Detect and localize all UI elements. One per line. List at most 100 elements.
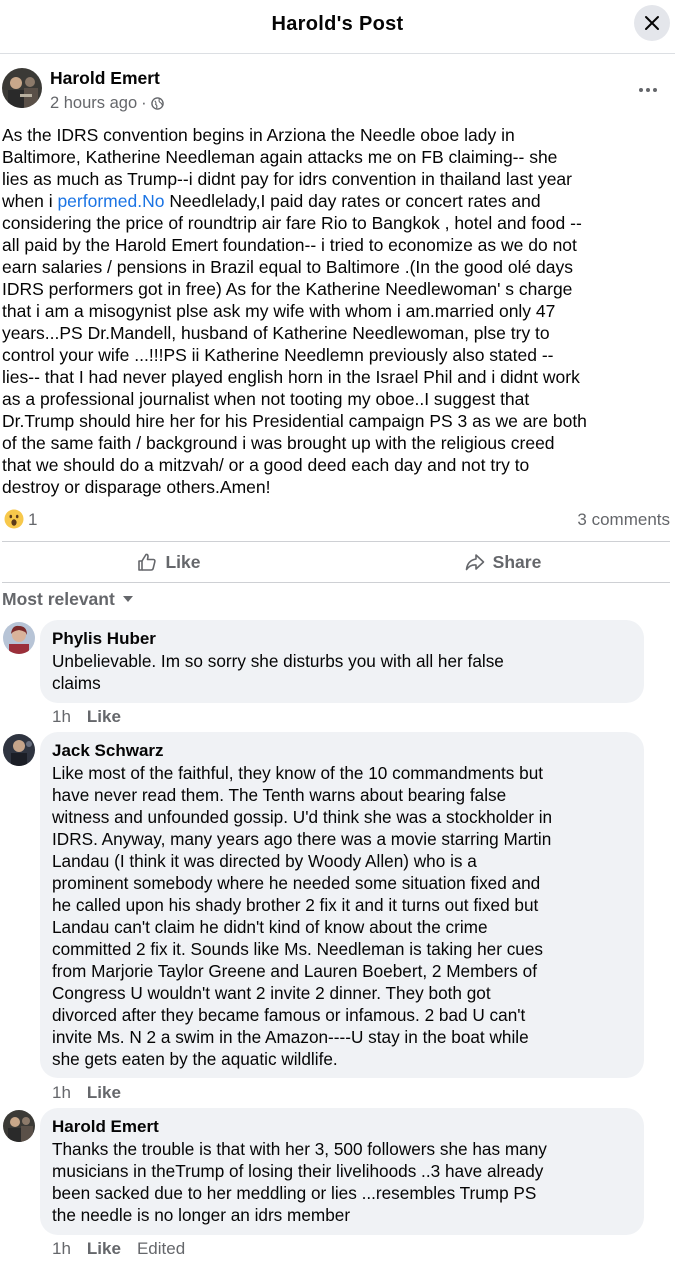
post-text-segment: that i am a misogynist plse ask my wife …: [2, 301, 556, 321]
post-text-segment: earn salaries / pensions in Brazil equal…: [2, 257, 574, 277]
post-text-segment: as a professional journalist when not to…: [2, 389, 530, 409]
post-link[interactable]: performed.No: [57, 191, 164, 211]
post-meta: 2 hours ago ·: [50, 94, 164, 113]
post-time[interactable]: 2 hours ago: [50, 94, 137, 113]
comment-line: have never read them. The Tenth warns ab…: [52, 785, 507, 805]
author-avatar[interactable]: [2, 68, 42, 108]
more-dot-icon: [639, 88, 643, 92]
post-text-line: earn salaries / pensions in Brazil equal…: [2, 256, 670, 278]
post-text-segment: years...PS Dr.Mandell, husband of Kather…: [2, 323, 550, 343]
commenter-name[interactable]: Phylis Huber: [52, 628, 632, 650]
post-text-line: control your wife ...!!!PS ii Katherine …: [2, 344, 670, 366]
comment-line: been sacked due to her meddling or lies …: [52, 1183, 537, 1203]
comment-line: the needle is no longer an idrs member: [52, 1205, 351, 1225]
post-header: Harold Emert 2 hours ago ·: [0, 66, 675, 116]
post-dialog-header: Harold's Post: [0, 0, 675, 54]
post-text-line: that we should do a mitzvah/ or a good d…: [2, 454, 670, 476]
post-text-segment: lies as much as Trump--i didnt pay for i…: [2, 169, 572, 189]
post-text-line: that i am a misogynist plse ask my wife …: [2, 300, 670, 322]
comment-line: she gets eaten by the aquatic wildlife.: [52, 1049, 338, 1069]
post-action-bar: Like Share: [2, 541, 670, 583]
commenter-avatar[interactable]: [3, 734, 35, 766]
reaction-summary: 1 3 comments: [2, 508, 670, 532]
comment-meta: 1h Like: [52, 707, 121, 727]
post-text-line: IDRS performers got in free) As for the …: [2, 278, 670, 300]
more-dot-icon: [653, 88, 657, 92]
commenter-avatar[interactable]: [3, 622, 35, 654]
post-text-segment: Baltimore, Katherine Needleman again att…: [2, 147, 558, 167]
post-text-segment: of the same faith / background i was bro…: [2, 433, 555, 453]
reaction-count[interactable]: 1: [28, 510, 37, 530]
comment-line: claims: [52, 673, 101, 693]
post-text-segment: all paid by the Harold Emert foundation-…: [2, 235, 577, 255]
comment-time[interactable]: 1h: [52, 707, 71, 727]
comment-time[interactable]: 1h: [52, 1239, 71, 1259]
post-text-segment: that we should do a mitzvah/ or a good d…: [2, 455, 530, 475]
commenter-avatar[interactable]: [3, 1110, 35, 1142]
post-text-line: lies-- that I had never played english h…: [2, 366, 670, 388]
post-text-segment: destroy or disparage others.Amen!: [2, 477, 271, 497]
comment-bubble: Phylis Huber Unbelievable. Im so sorry s…: [40, 620, 644, 703]
comment-bubble: Harold Emert Thanks the trouble is that …: [40, 1108, 644, 1235]
comment-line: IDRS. Anyway, many years ago there was a…: [52, 829, 552, 849]
post-text-line: considering the price of roundtrip air f…: [2, 212, 670, 234]
post-text-segment: control your wife ...!!!PS ii Katherine …: [2, 345, 554, 365]
comment-line: Landau can't claim he didn't kind of kno…: [52, 917, 488, 937]
comment-text: Unbelievable. Im so sorry she disturbs y…: [52, 650, 632, 694]
post-text-line: Baltimore, Katherine Needleman again att…: [2, 146, 670, 168]
commenter-name[interactable]: Harold Emert: [52, 1116, 632, 1138]
close-button[interactable]: [634, 5, 670, 41]
share-button-label: Share: [492, 551, 542, 572]
comment-like-button[interactable]: Like: [87, 1239, 121, 1259]
comment-line: Congress U wouldn't want 2 invite 2 dinn…: [52, 983, 491, 1003]
author-name[interactable]: Harold Emert: [50, 68, 160, 89]
commenter-name[interactable]: Jack Schwarz: [52, 740, 632, 762]
post-text-line: lies as much as Trump--i didnt pay for i…: [2, 168, 670, 190]
dialog-title: Harold's Post: [271, 13, 404, 35]
more-options-button[interactable]: [633, 78, 663, 102]
post-text-line: As the IDRS convention begins in Arziona…: [2, 124, 670, 146]
post-text-line: destroy or disparage others.Amen!: [2, 476, 670, 498]
like-button[interactable]: Like: [2, 542, 336, 582]
comment-meta: 1h Like Edited: [52, 1239, 185, 1259]
post-text-line: when i performed.No Needlelady,I paid da…: [2, 190, 670, 212]
post-text-segment: lies-- that I had never played english h…: [2, 367, 580, 387]
post-text-line: years...PS Dr.Mandell, husband of Kather…: [2, 322, 670, 344]
comment-line: Thanks the trouble is that with her 3, 5…: [52, 1139, 547, 1159]
comment-line: committed 2 fix it. Sounds like Ms. Need…: [52, 939, 544, 959]
comment-line: he called upon his shady brother 2 fix i…: [52, 895, 539, 915]
wow-reaction-icon[interactable]: [4, 509, 24, 529]
post-text-line: Dr.Trump should hire her for his Preside…: [2, 410, 670, 432]
like-button-label: Like: [165, 551, 201, 572]
post-text-line: of the same faith / background i was bro…: [2, 432, 670, 454]
sort-label: Most relevant: [2, 588, 115, 609]
post-text-line: all paid by the Harold Emert foundation-…: [2, 234, 670, 256]
comment-meta: 1h Like: [52, 1083, 121, 1103]
thumbs-up-icon: [138, 553, 157, 571]
comment-line: from Marjorie Taylor Greene and Lauren B…: [52, 961, 537, 981]
share-icon: [465, 554, 484, 571]
comment-line: prominent somebody where he needed some …: [52, 873, 541, 893]
comment-like-button[interactable]: Like: [87, 1083, 121, 1103]
post-text-segment: Dr.Trump should hire her for his Preside…: [2, 411, 587, 431]
comment-text: Like most of the faithful, they know of …: [52, 762, 632, 1070]
comment-time[interactable]: 1h: [52, 1083, 71, 1103]
comment-edited-label[interactable]: Edited: [137, 1239, 185, 1259]
comment-line: Unbelievable. Im so sorry she disturbs y…: [52, 651, 504, 671]
comment-sort-dropdown[interactable]: Most relevant: [2, 588, 133, 610]
more-dot-icon: [646, 88, 650, 92]
comments-count[interactable]: 3 comments: [577, 510, 670, 530]
post-text-segment: As the IDRS convention begins in Arziona…: [2, 125, 515, 145]
close-icon: [645, 16, 659, 30]
comment-line: witness and unfounded gossip. U'd think …: [52, 807, 553, 827]
post-text-segment: Needlelady,I paid day rates or concert r…: [164, 191, 541, 211]
post-text-segment: considering the price of roundtrip air f…: [2, 213, 582, 233]
post-body: As the IDRS convention begins in Arziona…: [2, 124, 670, 498]
comment-like-button[interactable]: Like: [87, 707, 121, 727]
post-text-segment: when i: [2, 191, 58, 211]
comment-bubble: Jack Schwarz Like most of the faithful, …: [40, 732, 644, 1078]
caret-down-icon: [122, 596, 133, 602]
meta-separator: ·: [141, 94, 147, 112]
share-button[interactable]: Share: [336, 542, 670, 582]
post-text-segment: IDRS performers got in free) As for the …: [2, 279, 573, 299]
